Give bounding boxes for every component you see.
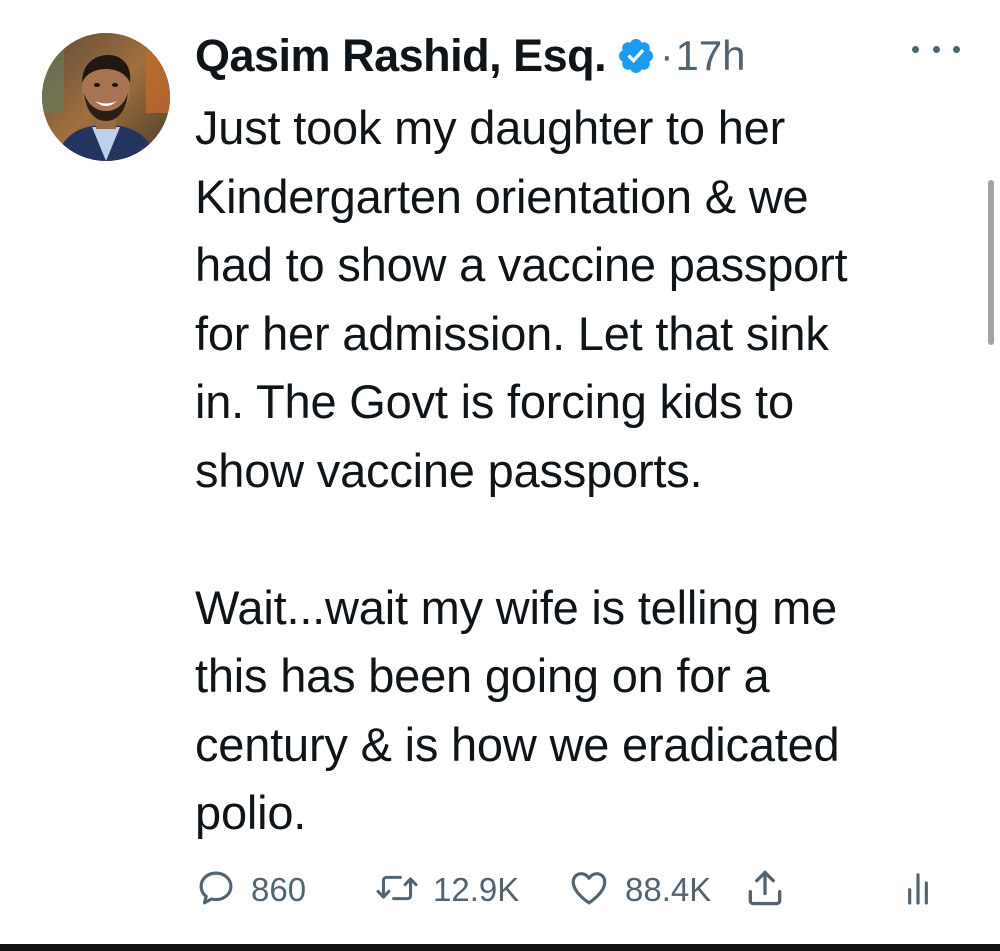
bottom-edge-bar — [0, 944, 1000, 951]
analytics-icon — [903, 868, 933, 913]
tweet-text-line: Kindergarten orientation & we — [195, 169, 809, 223]
retweet-count: 12.9K — [433, 871, 520, 908]
tweet-text-line: for her admission. Let that sink — [195, 306, 829, 360]
more-dot — [932, 45, 940, 53]
tweet-actions: 860 12.9K 88.4K — [195, 862, 955, 918]
tweet-text-line: show vaccine passports. — [195, 443, 703, 497]
avatar-photo — [42, 33, 170, 161]
retweet-icon — [375, 867, 419, 914]
tweet-text-line: century & is how we eradicated — [195, 717, 840, 771]
share-button[interactable] — [743, 862, 787, 918]
like-button[interactable]: 88.4K — [567, 862, 711, 918]
tweet-text-line — [195, 505, 955, 574]
more-dot — [953, 45, 960, 53]
tweet-text-line: had to show a vaccine passport — [195, 238, 848, 291]
tweet-text: Just took my daughter to her Kindergarte… — [195, 94, 955, 848]
tweet[interactable]: Qasim Rashid, Esq. · 17h Just took my da… — [0, 0, 1000, 951]
reply-count: 860 — [251, 871, 307, 908]
tweet-text-line: this has been going on for a — [195, 649, 770, 702]
header-separator: · — [660, 33, 674, 78]
reply-button[interactable]: 860 — [195, 862, 306, 918]
author-name[interactable]: Qasim Rashid, Esq. — [195, 30, 607, 82]
verified-badge-icon — [616, 36, 656, 76]
like-count: 88.4K — [625, 871, 712, 908]
reply-icon — [195, 867, 237, 914]
avatar[interactable] — [42, 33, 170, 161]
more-dot — [912, 45, 919, 53]
tweet-text-line: Wait...wait my wife is telling me — [195, 580, 837, 634]
retweet-button[interactable]: 12.9K — [375, 862, 519, 918]
tweet-timestamp[interactable]: 17h — [675, 32, 745, 80]
heart-icon — [567, 867, 611, 914]
tweet-text-line: Just took my daughter to her — [195, 101, 786, 154]
analytics-button[interactable] — [903, 862, 933, 918]
tweet-header: Qasim Rashid, Esq. · 17h — [195, 26, 746, 86]
tweet-text-line: in. The Govt is forcing kids to — [195, 375, 794, 428]
more-options-icon[interactable] — [912, 34, 960, 64]
scrollbar[interactable] — [988, 180, 994, 345]
share-icon — [743, 866, 787, 915]
tweet-text-line: polio. — [195, 786, 307, 839]
